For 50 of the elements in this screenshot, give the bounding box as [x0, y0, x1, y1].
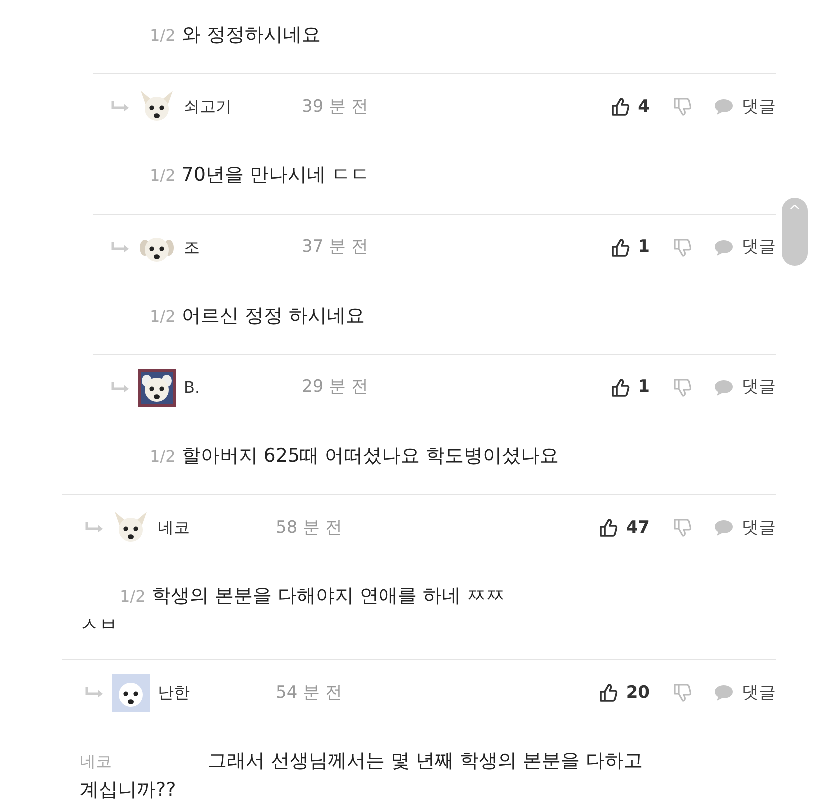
reply-button[interactable]: 댓글 — [742, 375, 776, 401]
thumbs-down-icon[interactable] — [672, 683, 692, 704]
thumbs-up-icon[interactable] — [598, 683, 618, 704]
comment-text: 학생의 본분을 다해야지 연애를 하네 ㅉㅉ — [152, 585, 505, 608]
like-count: 47 — [626, 516, 650, 540]
username[interactable]: 조 — [184, 236, 232, 260]
like-count: 20 — [626, 682, 650, 705]
timestamp: 37 분 전 — [302, 236, 368, 259]
speech-bubble-icon — [714, 518, 734, 538]
speech-bubble-icon — [714, 378, 734, 398]
reply-button[interactable]: 댓글 — [742, 234, 776, 260]
page-indicator: 1/2 — [150, 447, 176, 466]
avatar-icon — [112, 674, 150, 712]
comment-text: 어르신 정정 하시네요 — [182, 304, 365, 327]
username[interactable]: 쇠고기 — [184, 95, 232, 120]
reply-button[interactable]: 댓글 — [742, 680, 776, 706]
timestamp: 58 분 전 — [276, 516, 342, 540]
timestamp: 39 분 전 — [302, 96, 368, 119]
avatar-icon — [138, 369, 176, 408]
comment-text: 그래서 선생님께서는 몇 년째 학생의 본분을 다하고 — [208, 750, 644, 772]
thumbs-down-icon[interactable] — [672, 97, 692, 118]
speech-bubble-icon — [714, 97, 734, 118]
comment-text: ㅅㅂ — [80, 612, 119, 638]
like-count: 4 — [638, 96, 650, 119]
reply-button[interactable]: 댓글 — [742, 516, 776, 542]
timestamp: 29 분 전 — [302, 376, 368, 400]
comment-text: 할아버지 625때 어떠셨나요 학도병이셨나요 — [182, 445, 560, 468]
username[interactable]: B. — [184, 376, 232, 400]
thumbs-down-icon[interactable] — [672, 238, 692, 258]
like-count: 1 — [638, 236, 650, 259]
timestamp: 54 분 전 — [276, 682, 342, 705]
thumbs-down-icon[interactable] — [672, 378, 692, 398]
page-indicator: 1/2 — [150, 166, 176, 186]
page-indicator: 1/2 — [120, 587, 146, 606]
thumbs-down-icon[interactable] — [672, 518, 692, 538]
thumbs-up-icon[interactable] — [610, 378, 630, 398]
page-indicator: 1/2 — [150, 306, 176, 326]
comment-text: 계십니까?? — [80, 778, 178, 802]
comment-text: 70년을 만나시네 ㄷㄷ — [182, 164, 370, 186]
like-count: 1 — [638, 376, 650, 400]
thumbs-up-icon[interactable] — [598, 518, 618, 538]
reply-button[interactable]: 댓글 — [742, 94, 776, 120]
username[interactable]: 네코 — [158, 516, 206, 540]
page-indicator: 1/2 — [150, 26, 176, 45]
thumbs-up-icon[interactable] — [610, 97, 630, 118]
speech-bubble-icon — [714, 238, 734, 258]
comment-text: 와 정정하시네요 — [182, 24, 321, 46]
speech-bubble-icon — [714, 683, 734, 704]
thumbs-up-icon[interactable] — [610, 238, 630, 258]
username[interactable]: 난한 — [158, 681, 206, 706]
